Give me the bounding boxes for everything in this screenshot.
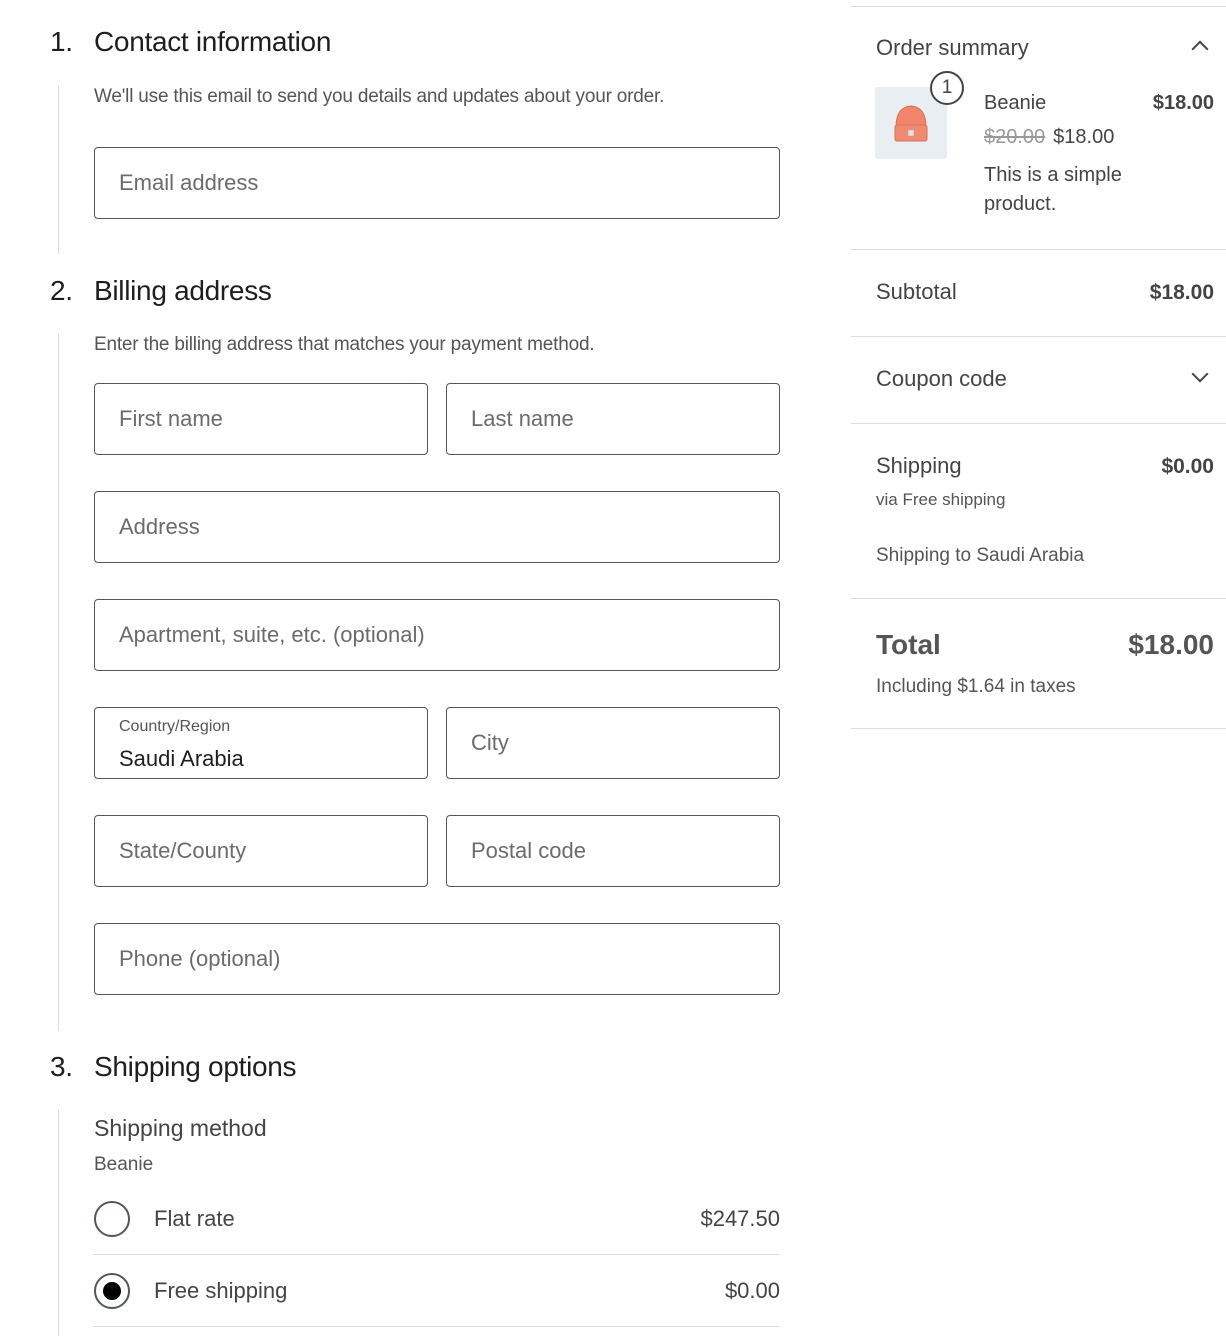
coupon-label: Coupon code — [876, 366, 1007, 391]
coupon-section: Coupon code — [851, 336, 1226, 424]
item-prices: $20.00 $18.00 — [984, 126, 1114, 149]
step-divider-line — [58, 86, 59, 254]
sale-price: $18.00 — [1053, 126, 1115, 148]
address-input[interactable] — [95, 492, 779, 562]
first-name-field[interactable] — [94, 383, 428, 455]
state-input[interactable] — [95, 816, 427, 886]
email-input[interactable] — [95, 148, 779, 218]
option-price: $247.50 — [700, 1205, 780, 1231]
shipping-destination: Shipping to Saudi Arabia — [876, 545, 1085, 566]
total-section: Total $18.00 Including $1.64 in taxes — [851, 598, 1226, 729]
option-price: $0.00 — [724, 1277, 780, 1303]
last-name-field[interactable] — [446, 383, 780, 455]
shipping-method-title: Shipping method — [94, 1115, 267, 1141]
quantity-badge: 1 — [930, 71, 964, 105]
country-label: Country/Region — [119, 718, 231, 735]
shipping-method-note: via Free shipping — [876, 490, 1006, 509]
step-number: 3. — [50, 1051, 73, 1082]
total-row: Total $18.00 — [876, 629, 1214, 661]
billing-description: Enter the billing address that matches y… — [94, 334, 595, 355]
email-field[interactable] — [94, 147, 780, 219]
apartment-input[interactable] — [95, 600, 779, 670]
subtotal-label: Subtotal — [876, 279, 957, 304]
item-line-total: $18.00 — [1152, 92, 1214, 114]
contact-step-heading: 1. Contact information — [50, 26, 331, 58]
tax-note: Including $1.64 in taxes — [876, 676, 1076, 697]
last-name-input[interactable] — [447, 384, 779, 454]
address-field[interactable] — [94, 491, 780, 563]
step-title: Contact information — [94, 26, 332, 57]
step-title: Shipping options — [94, 1051, 297, 1082]
phone-field[interactable] — [94, 923, 780, 995]
total-label: Total — [876, 629, 941, 660]
shipping-row: Shipping $0.00 — [876, 453, 1214, 479]
total-value: $18.00 — [1128, 629, 1214, 660]
shipping-label: Shipping — [876, 453, 962, 478]
chevron-up-icon[interactable] — [1191, 40, 1209, 58]
shipping-option-free-shipping[interactable]: Free shipping $0.00 — [94, 1255, 780, 1327]
step-title: Billing address — [94, 275, 272, 306]
chevron-down-icon[interactable] — [1191, 365, 1209, 383]
contact-description: We'll use this email to send you details… — [94, 86, 665, 107]
postal-code-input[interactable] — [447, 816, 779, 886]
postal-code-field[interactable] — [446, 815, 780, 887]
option-label: Flat rate — [154, 1205, 235, 1231]
step-divider-line — [58, 334, 59, 1031]
option-label: Free shipping — [154, 1277, 288, 1303]
shipping-value: $0.00 — [1161, 455, 1214, 478]
shipping-section: Shipping $0.00 via Free shipping Shippin… — [851, 423, 1226, 599]
shipping-package-name: Beanie — [94, 1154, 154, 1175]
subtotal-value: $18.00 — [1149, 281, 1214, 304]
shipping-option-flat-rate[interactable]: Flat rate $247.50 — [94, 1183, 780, 1255]
apartment-field[interactable] — [94, 599, 780, 671]
subtotal-row: Subtotal $18.00 — [876, 279, 1214, 305]
country-value: Saudi Arabia — [119, 746, 244, 771]
order-summary-title: Order summary — [876, 35, 1029, 60]
state-field[interactable] — [94, 815, 428, 887]
shipping-step-heading: 3. Shipping options — [50, 1051, 297, 1083]
phone-input[interactable] — [95, 924, 779, 994]
radio-button[interactable] — [94, 1200, 130, 1237]
order-summary-toggle[interactable]: Order summary — [876, 35, 1214, 61]
coupon-toggle[interactable]: Coupon code — [876, 365, 1214, 392]
regular-price: $20.00 — [984, 126, 1046, 148]
city-input[interactable] — [447, 708, 779, 778]
subtotal-section: Subtotal $18.00 — [851, 249, 1226, 337]
billing-step-heading: 2. Billing address — [50, 275, 272, 307]
city-field[interactable] — [446, 707, 780, 779]
step-divider-line — [58, 1110, 59, 1336]
step-number: 1. — [50, 26, 73, 57]
step-number: 2. — [50, 275, 73, 306]
item-description: This is a simple product. — [984, 164, 1122, 215]
item-name: Beanie — [984, 92, 1047, 114]
country-select[interactable]: Country/Region Saudi Arabia — [94, 707, 428, 779]
radio-button-selected[interactable] — [94, 1272, 130, 1309]
first-name-input[interactable] — [95, 384, 427, 454]
